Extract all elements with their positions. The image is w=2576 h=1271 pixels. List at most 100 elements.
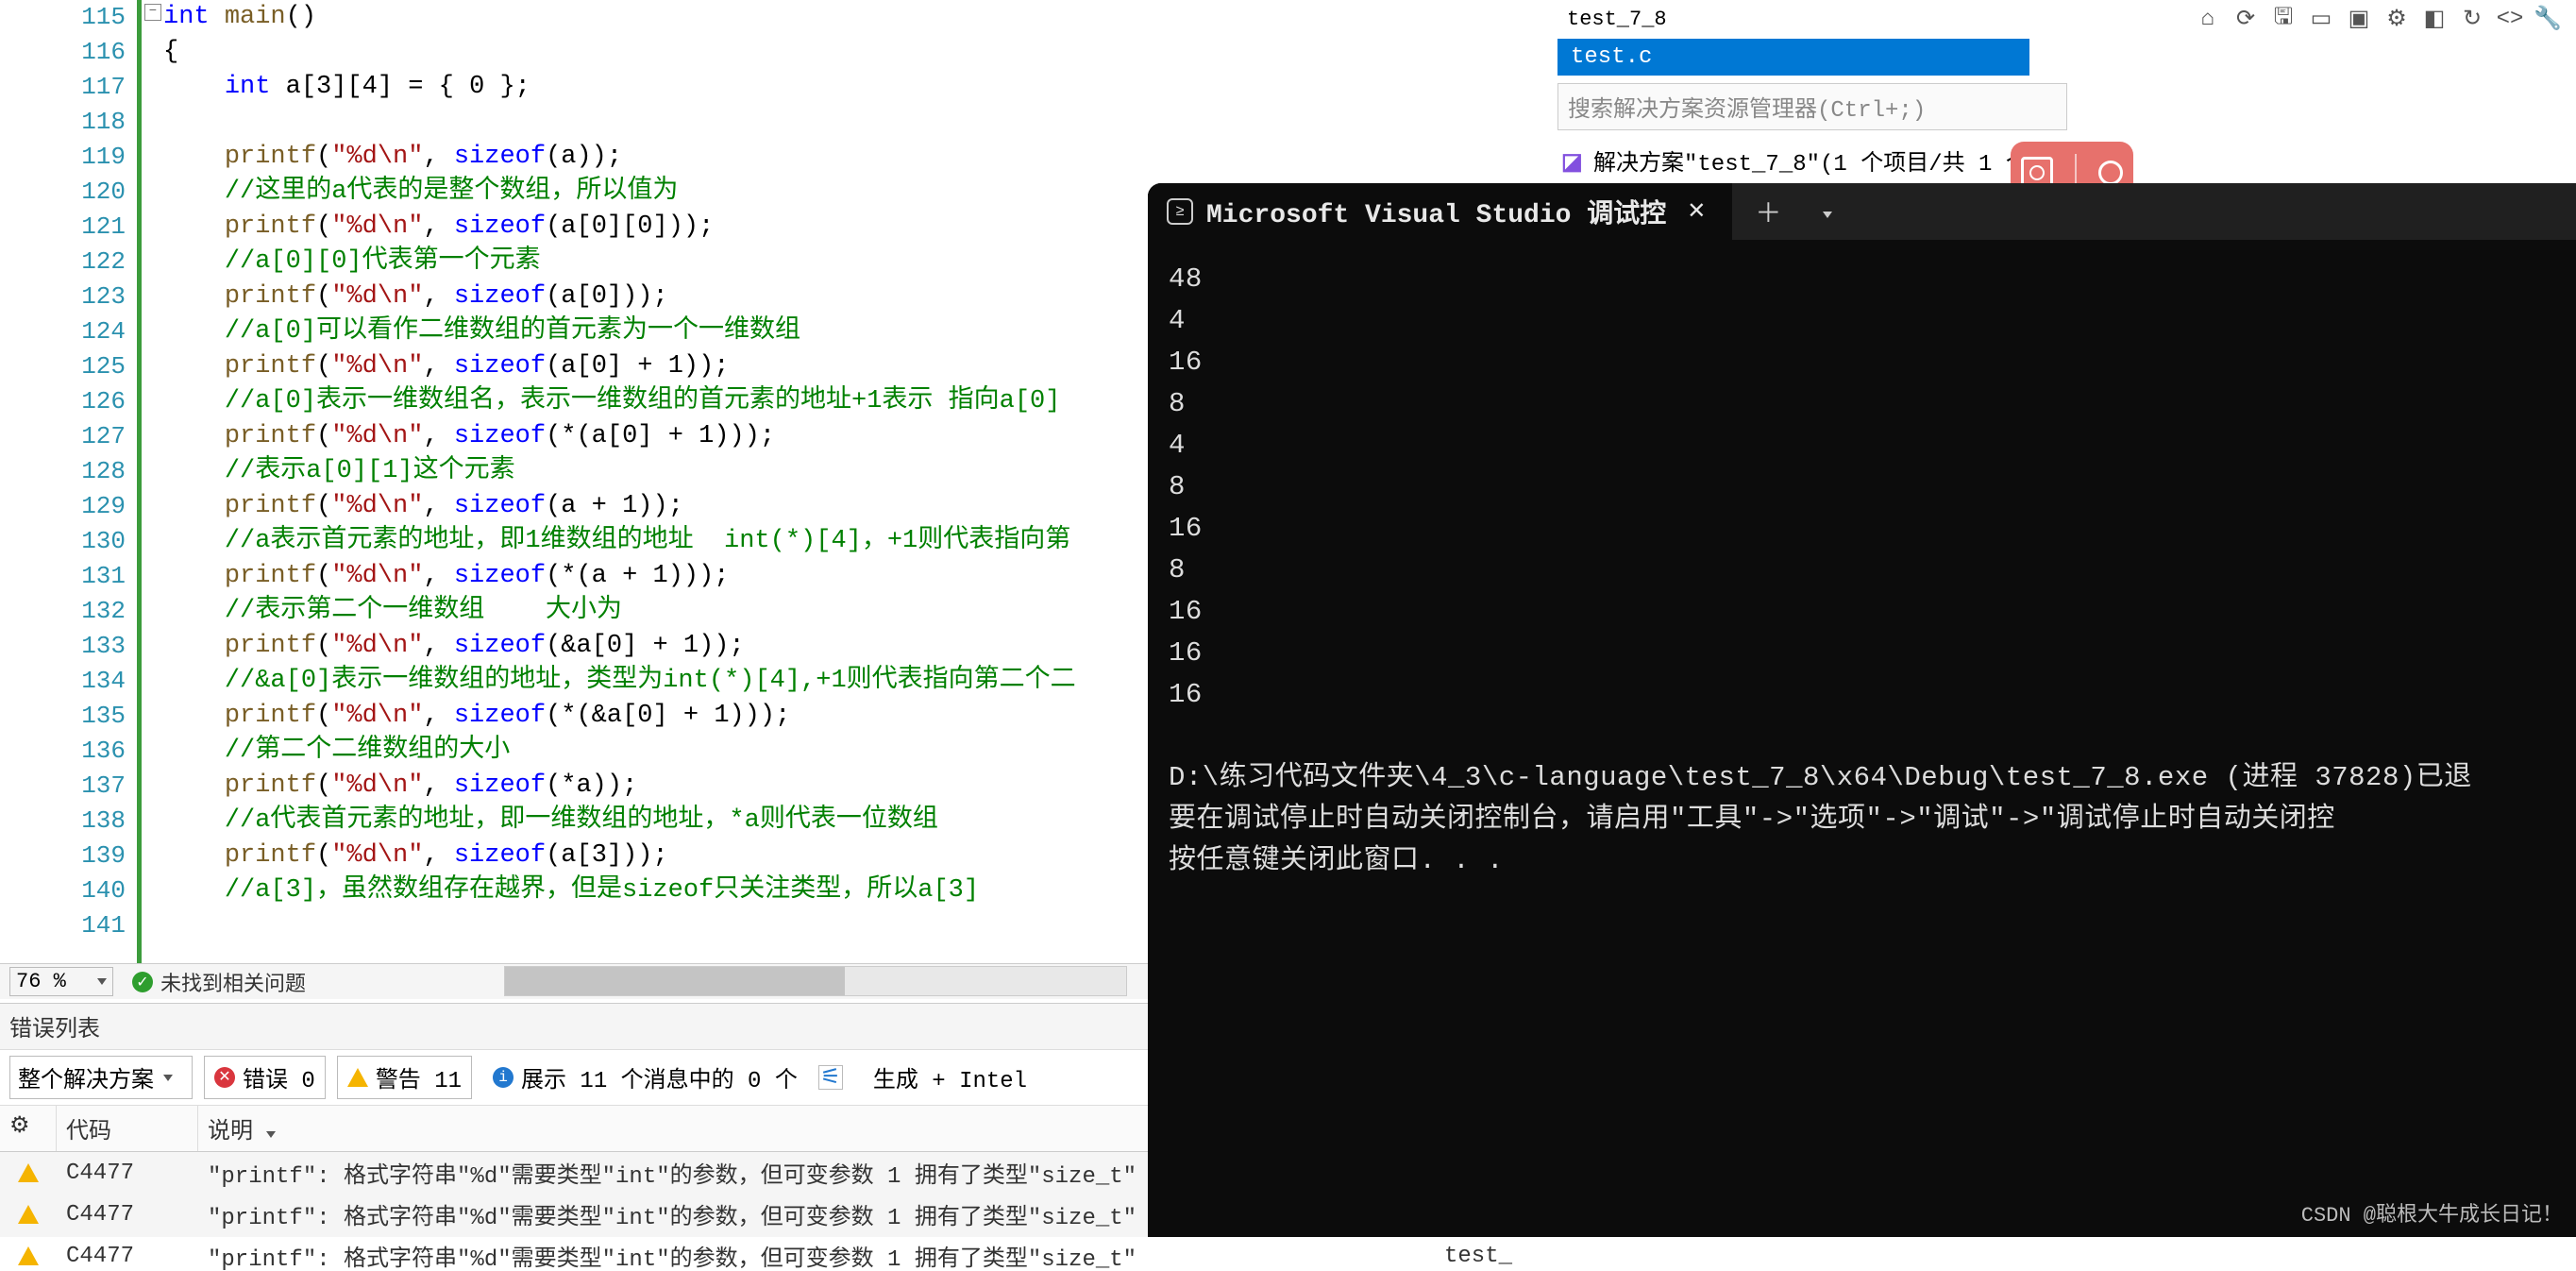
error-icon: ✕	[214, 1067, 235, 1088]
terminal-title: Microsoft Visual Studio 调试控	[1206, 193, 1666, 230]
warning-icon	[347, 1068, 368, 1087]
solution-tab[interactable]: test_7_8	[1557, 4, 1676, 35]
errors-count: 错误 0	[243, 1060, 315, 1094]
error-row[interactable]: C4477"printf": 格式字符串"%d"需要类型"int"的参数，但可变…	[0, 1235, 1548, 1271]
new-tab-button[interactable]: ＋	[1732, 193, 1804, 230]
terminal-icon: ≥	[1167, 198, 1193, 225]
zoom-combo[interactable]: 76 %	[9, 967, 113, 996]
warnings-count: 警告 11	[376, 1060, 462, 1094]
line-number: 133	[0, 629, 126, 664]
active-file-name: test.c	[1571, 44, 1652, 70]
col-code-header[interactable]: 代码	[57, 1106, 198, 1151]
line-number: 122	[0, 245, 126, 280]
expand-icon[interactable]: ▣	[2346, 6, 2372, 32]
chevron-down-icon	[266, 1131, 276, 1138]
debug-console-window: ≥ Microsoft Visual Studio 调试控 ✕ ＋ 48 4 1…	[1148, 183, 2576, 1237]
filter-icon: ⚟	[820, 1063, 841, 1092]
code-line[interactable]: int a[3][4] = { 0 };	[163, 70, 1548, 105]
code-line[interactable]	[163, 105, 1548, 140]
watermark: CSDN @聪根大牛成长日记！	[2301, 1197, 2563, 1228]
filter-button[interactable]: ⚟	[818, 1065, 843, 1090]
line-number: 116	[0, 35, 126, 70]
code-icon[interactable]: <>	[2497, 6, 2523, 32]
chevron-down-icon	[97, 978, 107, 985]
line-number: 138	[0, 804, 126, 839]
scope-combo[interactable]: 整个解决方案	[9, 1056, 193, 1099]
error-code: C4477	[57, 1244, 198, 1269]
collapse-icon[interactable]: ▭	[2308, 6, 2334, 32]
chevron-down-icon	[1823, 212, 1832, 218]
line-number: 130	[0, 524, 126, 559]
line-number: 139	[0, 839, 126, 873]
terminal-output[interactable]: 48 4 16 8 4 8 16 8 16 16 16 D:\练习代码文件夹\4…	[1148, 240, 2576, 901]
line-number: 132	[0, 594, 126, 629]
horizontal-scrollbar[interactable]	[504, 966, 1127, 996]
line-number: 126	[0, 384, 126, 419]
solution-search-placeholder: 搜索解决方案资源管理器(Ctrl+;)	[1568, 98, 1926, 124]
build-combo[interactable]: 生成 + Intel	[873, 1060, 1027, 1094]
search-icon[interactable]	[2098, 161, 2123, 185]
line-number: 123	[0, 280, 126, 314]
change-marker	[137, 0, 150, 963]
line-number: 137	[0, 769, 126, 804]
line-number: 128	[0, 454, 126, 489]
line-number: 140	[0, 873, 126, 908]
solution-icon: ◪	[1561, 148, 1586, 173]
terminal-tab-actions: ＋	[1732, 183, 1851, 240]
code-line[interactable]: int main()	[163, 0, 1548, 35]
line-number: 120	[0, 175, 126, 210]
build-label: 生成 + Intel	[873, 1069, 1027, 1094]
issues-status[interactable]: ✓ 未找到相关问题	[132, 967, 306, 997]
check-icon: ✓	[132, 972, 153, 992]
col-icon-header[interactable]: ⚙	[0, 1106, 57, 1151]
line-number: 125	[0, 349, 126, 384]
solution-toolbar: ⌂ ⟳ 🖫 ▭ ▣ ⚙ ◧ ↻ <> 🔧	[2185, 2, 2570, 36]
fold-toggle[interactable]: −	[144, 4, 161, 21]
line-number: 135	[0, 699, 126, 734]
sync-icon[interactable]: ⟳	[2232, 6, 2259, 32]
issues-status-text: 未找到相关问题	[160, 967, 306, 997]
save-all-icon[interactable]: 🖫	[2270, 6, 2297, 32]
warning-icon	[18, 1205, 39, 1224]
line-number: 124	[0, 314, 126, 349]
line-number: 136	[0, 734, 126, 769]
error-code: C4477	[57, 1202, 198, 1228]
info-icon: i	[493, 1067, 514, 1088]
errors-chip[interactable]: ✕ 错误 0	[204, 1056, 326, 1099]
line-number: 134	[0, 664, 126, 699]
scope-label: 整个解决方案	[18, 1060, 154, 1094]
info-chip[interactable]: i 展示 11 个消息中的 0 个	[483, 1057, 807, 1098]
terminal-tab[interactable]: ≥ Microsoft Visual Studio 调试控 ✕	[1148, 183, 1732, 240]
line-number: 121	[0, 210, 126, 245]
scrollbar-thumb[interactable]	[505, 967, 845, 995]
line-number: 127	[0, 419, 126, 454]
warning-icon	[18, 1246, 39, 1265]
error-desc: "printf": 格式字符串"%d"需要类型"int"的参数，但可变参数 1 …	[198, 1239, 1435, 1271]
properties-icon[interactable]: ⚙	[2383, 6, 2410, 32]
warnings-chip[interactable]: 警告 11	[337, 1056, 472, 1099]
error-code: C4477	[57, 1161, 198, 1186]
wrench-icon[interactable]: 🔧	[2534, 6, 2561, 32]
code-line[interactable]: printf("%d\n", sizeof(a));	[163, 140, 1548, 175]
show-all-icon[interactable]: ◧	[2421, 6, 2448, 32]
solution-root-label: 解决方案"test_7_8"(1 个项目/共 1 个)	[1593, 144, 2042, 178]
terminal-titlebar[interactable]: ≥ Microsoft Visual Studio 调试控 ✕ ＋	[1148, 183, 2576, 240]
tab-dropdown-button[interactable]	[1804, 197, 1851, 227]
active-file-tab[interactable]: test.c	[1557, 39, 2029, 76]
home-icon[interactable]: ⌂	[2195, 6, 2221, 32]
close-icon[interactable]: ✕	[1679, 197, 1713, 226]
info-count: 展示 11 个消息中的 0 个	[521, 1060, 798, 1094]
line-number: 118	[0, 105, 126, 140]
warning-icon	[18, 1163, 39, 1182]
line-number: 117	[0, 70, 126, 105]
line-number-gutter: 1151161171181191201211221231241251261271…	[0, 0, 137, 963]
refresh-icon[interactable]: ↻	[2459, 6, 2485, 32]
error-project: test_	[1435, 1244, 1548, 1269]
zoom-value: 76 %	[16, 970, 66, 993]
solution-search-input[interactable]: 搜索解决方案资源管理器(Ctrl+;)	[1557, 83, 2067, 130]
line-number: 131	[0, 559, 126, 594]
line-number: 119	[0, 140, 126, 175]
code-line[interactable]: {	[163, 35, 1548, 70]
chevron-down-icon	[163, 1075, 173, 1081]
line-number: 115	[0, 0, 126, 35]
